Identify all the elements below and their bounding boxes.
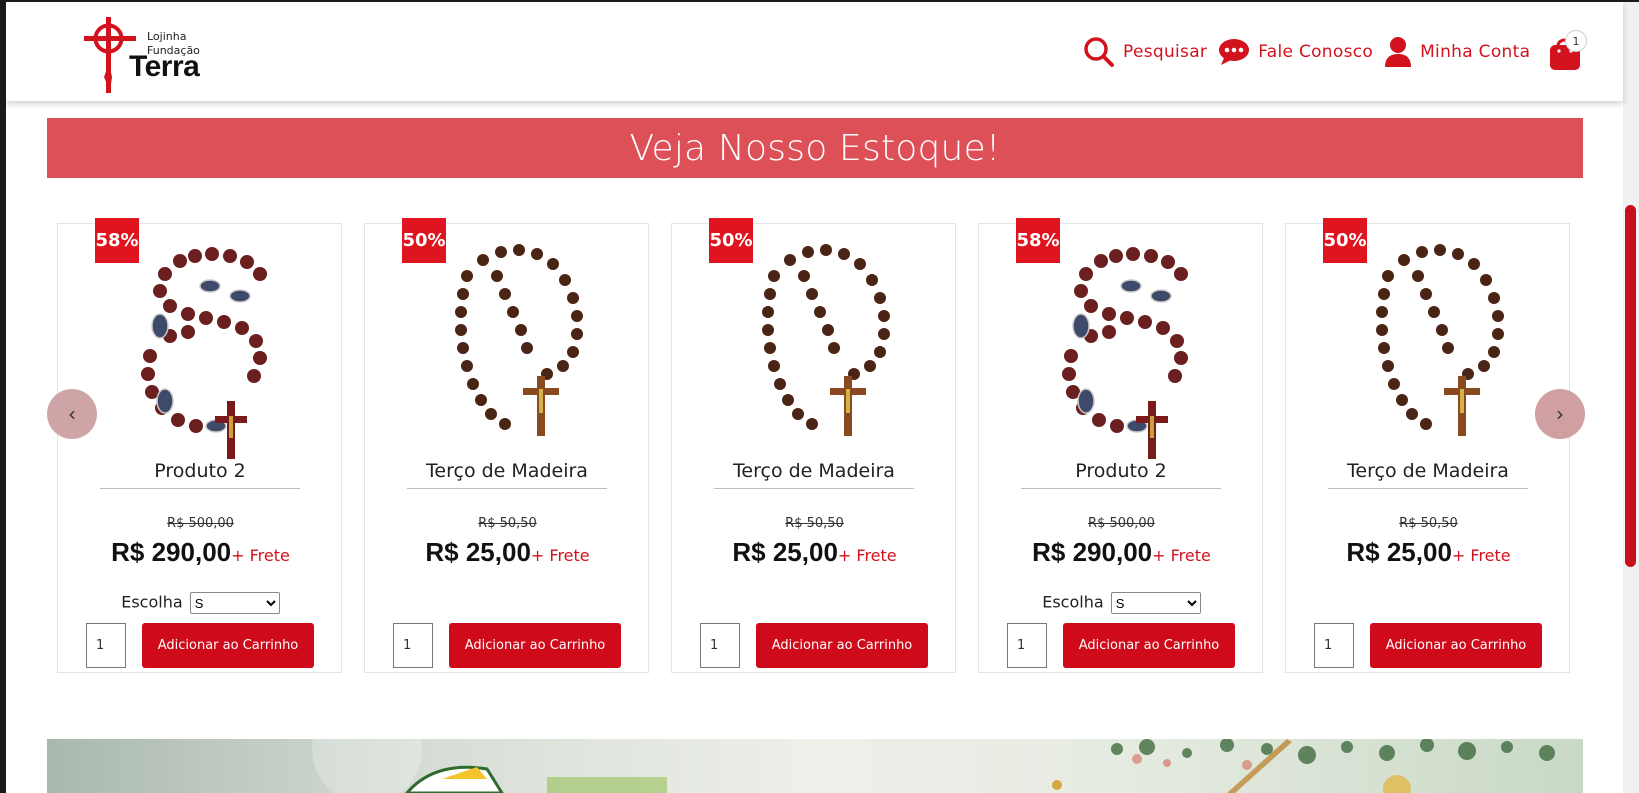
quantity-input[interactable] — [86, 623, 126, 668]
variant-select[interactable]: S — [189, 592, 280, 614]
add-to-cart-button[interactable]: Adicionar ao Carrinho — [756, 623, 928, 668]
product-price-row: R$ 290,00+ Frete — [58, 537, 343, 568]
product-old-price: R$ 500,00 — [1088, 516, 1155, 531]
discount-badge: 50% — [402, 218, 446, 263]
wooden-rosary-image — [1376, 244, 1504, 436]
variant-row: Escolha S — [979, 592, 1264, 614]
wooden-rosary-image — [762, 244, 890, 436]
quantity-input[interactable] — [700, 623, 740, 668]
window-frame-left — [0, 0, 6, 793]
shipping-note: + Frete — [530, 546, 590, 565]
product-name[interactable]: Terço de Madeira — [407, 460, 607, 489]
site-header: Lojinha Fundação Terra Pesquisar Fale Co… — [6, 2, 1623, 101]
nav-account-label: Minha Conta — [1420, 42, 1531, 62]
product-price: R$ 25,00 — [1346, 537, 1452, 567]
product-price: R$ 25,00 — [425, 537, 531, 567]
shipping-note: + Frete — [1152, 546, 1211, 565]
add-to-cart-button[interactable]: Adicionar ao Carrinho — [142, 623, 314, 668]
product-price: R$ 25,00 — [732, 537, 838, 567]
product-name[interactable]: Terço de Madeira — [1328, 460, 1528, 489]
chat-icon — [1219, 39, 1250, 65]
product-price-row: R$ 25,00+ Frete — [672, 537, 957, 568]
main-nav: Pesquisar Fale Conosco Minha Conta — [1083, 32, 1530, 72]
product-name[interactable]: Produto 2 — [100, 460, 300, 489]
product-card: 50% Terço de Madeira R$ 50,50 R$ 25,00+ … — [671, 218, 957, 673]
cart-count-badge: 1 — [1565, 30, 1587, 52]
product-price-row: R$ 25,00+ Frete — [1286, 537, 1571, 568]
rosary-medal-image — [141, 247, 267, 459]
nav-search-label: Pesquisar — [1123, 42, 1208, 62]
stock-banner: Veja Nosso Estoque! — [47, 118, 1583, 178]
product-card: 58% Produto 2 R$ 500,00 R$ 290,00+ Frete… — [57, 218, 343, 673]
add-to-cart-button[interactable]: Adicionar ao Carrinho — [1063, 623, 1235, 668]
shipping-note: + Frete — [231, 546, 290, 565]
discount-badge: 58% — [1016, 218, 1060, 263]
carousel-prev-button[interactable]: ‹ — [47, 389, 97, 439]
product-old-price: R$ 500,00 — [167, 516, 234, 531]
product-card: 50% Terço de Madeira R$ 50,50 R$ 25,00+ … — [1285, 218, 1571, 673]
discount-badge: 50% — [1323, 218, 1367, 263]
promo-banner-graphic — [312, 739, 1555, 793]
chevron-right-icon: › — [1556, 402, 1564, 426]
nav-contact[interactable]: Fale Conosco — [1218, 38, 1373, 66]
variant-label: Escolha — [121, 592, 183, 612]
quantity-input[interactable] — [1007, 623, 1047, 668]
page-scrollbar-thumb[interactable] — [1625, 205, 1636, 567]
chevron-left-icon: ‹ — [68, 402, 76, 426]
variant-row: Escolha S — [58, 592, 343, 614]
variant-label: Escolha — [1042, 592, 1104, 612]
nav-search[interactable]: Pesquisar — [1083, 36, 1207, 68]
brand-line-1: Lojinha — [147, 30, 187, 43]
product-price: R$ 290,00 — [1032, 537, 1153, 567]
product-old-price: R$ 50,50 — [1399, 516, 1458, 531]
product-price-row: R$ 290,00+ Frete — [979, 537, 1264, 568]
product-price-row: R$ 25,00+ Frete — [365, 537, 650, 568]
nav-account[interactable]: Minha Conta — [1384, 36, 1530, 68]
variant-select[interactable]: S — [1110, 592, 1201, 614]
cart-button[interactable]: 1 — [1547, 30, 1587, 72]
wooden-rosary-image — [455, 244, 583, 436]
product-name[interactable]: Produto 2 — [1021, 460, 1221, 489]
product-old-price: R$ 50,50 — [478, 516, 537, 531]
brand-logo[interactable]: Lojinha Fundação Terra — [82, 17, 212, 95]
user-icon — [1385, 37, 1412, 67]
shipping-note: + Frete — [837, 546, 897, 565]
discount-badge: 50% — [709, 218, 753, 263]
nav-contact-label: Fale Conosco — [1258, 42, 1374, 62]
search-icon — [1084, 37, 1114, 67]
product-old-price: R$ 50,50 — [785, 516, 844, 531]
brand-name: Terra — [129, 50, 200, 83]
product-price: R$ 290,00 — [111, 537, 232, 567]
product-card: 50% Terço de Madeira R$ 50,50 R$ 25,00+ … — [364, 218, 650, 673]
promo-banner[interactable] — [47, 739, 1583, 793]
quantity-input[interactable] — [1314, 623, 1354, 668]
add-to-cart-button[interactable]: Adicionar ao Carrinho — [449, 623, 621, 668]
product-name[interactable]: Terço de Madeira — [714, 460, 914, 489]
product-card: 58% Produto 2 R$ 500,00 R$ 290,00+ Frete… — [978, 218, 1264, 673]
discount-badge: 58% — [95, 218, 139, 263]
quantity-input[interactable] — [393, 623, 433, 668]
carousel-next-button[interactable]: › — [1535, 389, 1585, 439]
stock-banner-title: Veja Nosso Estoque! — [629, 127, 1001, 169]
add-to-cart-button[interactable]: Adicionar ao Carrinho — [1370, 623, 1542, 668]
shipping-note: + Frete — [1451, 546, 1511, 565]
rosary-medal-image — [1062, 247, 1188, 459]
